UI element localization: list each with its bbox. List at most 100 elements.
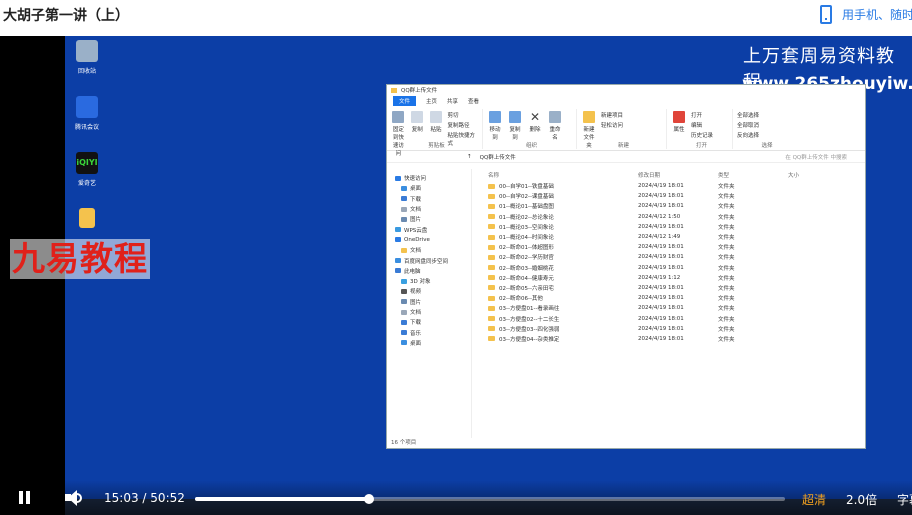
file-row[interactable]: 01--概论01--基础盘图 2024/4/19 18:01 文件夹: [488, 201, 865, 211]
nav-item-icon: [395, 227, 401, 233]
column-header-name[interactable]: 名称: [488, 171, 638, 179]
file-row[interactable]: 03--方便盘03--四化强弱 2024/4/19 18:01 文件夹: [488, 324, 865, 334]
file-row[interactable]: 02--断命05--六亲田宅 2024/4/19 18:01 文件夹: [488, 283, 865, 293]
nav-item-icon: [395, 268, 401, 274]
column-header-type[interactable]: 类型: [718, 171, 788, 179]
file-row[interactable]: 03--方便盘04--杂类推定 2024/4/19 18:01 文件夹: [488, 334, 865, 344]
paste-icon: [430, 111, 443, 123]
copy-path-button[interactable]: 复制路径: [447, 121, 478, 129]
nav-item[interactable]: 文档: [395, 245, 471, 255]
folder-icon: [488, 203, 495, 209]
file-name: 03--方便盘01--看录画往: [499, 306, 560, 313]
nav-item[interactable]: WPS云盘: [395, 224, 471, 234]
nav-item[interactable]: 快速访问: [395, 173, 471, 183]
copy-to-button[interactable]: 复制到: [507, 109, 523, 141]
tab-view[interactable]: 查看: [468, 97, 479, 105]
select-list: 全部选择 全部取消 反向选择: [737, 109, 759, 139]
invert-selection-button[interactable]: 反向选择: [737, 131, 759, 139]
nav-item-label: 文档: [410, 310, 422, 316]
move-to-button[interactable]: 移动到: [487, 109, 503, 141]
file-row[interactable]: 01--概论04--时间象论 2024/4/12 1:49 文件夹: [488, 232, 865, 242]
nav-item[interactable]: 图片: [395, 297, 471, 307]
file-row[interactable]: 00--自学02--课盘基础 2024/4/19 18:01 文件夹: [488, 191, 865, 201]
file-row[interactable]: 02--断命01--体超图形 2024/4/19 18:01 文件夹: [488, 242, 865, 252]
nav-item[interactable]: 文档: [395, 307, 471, 317]
folder-icon: [488, 234, 495, 240]
file-row[interactable]: 02--断命06--其他 2024/4/19 18:01 文件夹: [488, 293, 865, 303]
watch-on-mobile-link[interactable]: 用手机、随时随地观看: [820, 3, 912, 25]
properties-button[interactable]: 属性: [671, 109, 687, 133]
copy-to-icon: [509, 111, 521, 123]
nav-item[interactable]: OneDrive: [395, 235, 471, 245]
file-row[interactable]: 02--断命04--健康寿元 2024/4/19 1:12 文件夹: [488, 273, 865, 283]
folder-icon: [488, 214, 495, 220]
file-type: 文件夹: [718, 275, 735, 282]
tab-share[interactable]: 共享: [447, 97, 458, 105]
new-folder-icon: [583, 111, 595, 123]
file-row[interactable]: 02--断命02--学历财官 2024/4/19 18:01 文件夹: [488, 252, 865, 262]
easy-access-button[interactable]: 轻松访问: [601, 121, 623, 129]
file-row[interactable]: 01--概论03--空间象论 2024/4/19 18:01 文件夹: [488, 222, 865, 232]
paste-button[interactable]: 粘贴: [429, 109, 444, 133]
progress-bar[interactable]: [195, 494, 785, 504]
file-explorer-window: QQ群上传文件 文件 主页 共享 查看 固定到快速访问 复制 粘贴 剪切 复制路…: [386, 84, 866, 449]
tab-file[interactable]: 文件: [393, 96, 417, 106]
select-all-button[interactable]: 全部选择: [737, 111, 759, 119]
nav-item-icon: [401, 319, 407, 325]
nav-item[interactable]: 文档: [395, 204, 471, 214]
file-type: 文件夹: [718, 326, 735, 333]
file-type: 文件夹: [718, 316, 735, 323]
nav-item[interactable]: 图片: [395, 214, 471, 224]
file-row[interactable]: 01--概论02--总论象论 2024/4/12 1:50 文件夹: [488, 212, 865, 222]
nav-item[interactable]: 桌面: [395, 338, 471, 348]
playback-time: 15:03 / 50:52: [104, 491, 185, 505]
speed-button[interactable]: 2.0倍: [846, 491, 877, 508]
tab-home[interactable]: 主页: [426, 97, 437, 105]
volume-button[interactable]: [64, 489, 84, 507]
column-header-date[interactable]: 修改日期: [638, 171, 718, 179]
file-row[interactable]: 00--自学01--铁盘基础 2024/4/19 18:01 文件夹: [488, 181, 865, 191]
up-arrow-icon[interactable]: ↑: [467, 154, 472, 160]
history-button[interactable]: 历史记录: [691, 131, 713, 139]
column-header-size[interactable]: 大小: [788, 171, 828, 179]
cut-button[interactable]: 剪切: [447, 111, 478, 119]
file-name: 01--概论03--空间象论: [499, 224, 554, 231]
nav-item[interactable]: 百度网盘同步空间: [395, 255, 471, 265]
nav-item[interactable]: 此电脑: [395, 266, 471, 276]
nav-item[interactable]: 下载: [395, 194, 471, 204]
nav-item[interactable]: 下载: [395, 317, 471, 327]
file-name-cell: 01--概论04--时间象论: [488, 233, 638, 241]
new-item-button[interactable]: 新建项目: [601, 111, 623, 119]
page-header: 大胡子第一讲（上） 用手机、随时随地观看: [0, 0, 912, 36]
select-none-button[interactable]: 全部取消: [737, 121, 759, 129]
folder-icon: [488, 193, 495, 199]
quality-button[interactable]: 超清: [802, 491, 826, 508]
pin-quick-access-button[interactable]: 固定到快速访问: [391, 109, 406, 157]
nav-item[interactable]: 视频: [395, 286, 471, 296]
progress-handle[interactable]: [364, 494, 375, 504]
nav-item-label: 视频: [410, 289, 422, 296]
nav-item-label: 文档: [410, 248, 422, 255]
pin-icon: [392, 111, 405, 123]
iqiyi-icon: iQIYI: [76, 152, 98, 174]
subtitle-button[interactable]: 字幕: [897, 491, 912, 508]
rename-button[interactable]: 重命名: [547, 109, 563, 141]
delete-button[interactable]: ✕ 删除: [527, 109, 543, 133]
file-row[interactable]: 03--方便盘01--看录画往 2024/4/19 18:01 文件夹: [488, 303, 865, 313]
edit-button[interactable]: 编辑: [691, 121, 713, 129]
file-row[interactable]: 02--断命03--婚姻桃花 2024/4/19 18:01 文件夹: [488, 263, 865, 273]
nav-item[interactable]: 音乐: [395, 327, 471, 337]
rename-icon: [549, 111, 561, 123]
pause-button[interactable]: [18, 490, 32, 506]
video-player[interactable]: 回收站 腾讯会议 iQIYI 爱奇艺 上万套周易资料教程 www.265zhou…: [0, 36, 912, 515]
copy-button[interactable]: 复制: [410, 109, 425, 133]
nav-item-label: WPS云盘: [404, 227, 428, 234]
open-button[interactable]: 打开: [691, 111, 713, 119]
file-row[interactable]: 03--方便盘02--十二长生 2024/4/19 18:01 文件夹: [488, 313, 865, 323]
nav-item[interactable]: 3D 对象: [395, 276, 471, 286]
desktop-icon-iqiyi: iQIYI 爱奇艺: [66, 152, 108, 187]
nav-item[interactable]: 桌面: [395, 183, 471, 193]
nav-item-icon: [395, 175, 401, 181]
address-path[interactable]: QQ群上传文件: [480, 153, 516, 161]
search-input[interactable]: 在 QQ群上传文件 中搜索: [785, 153, 847, 161]
